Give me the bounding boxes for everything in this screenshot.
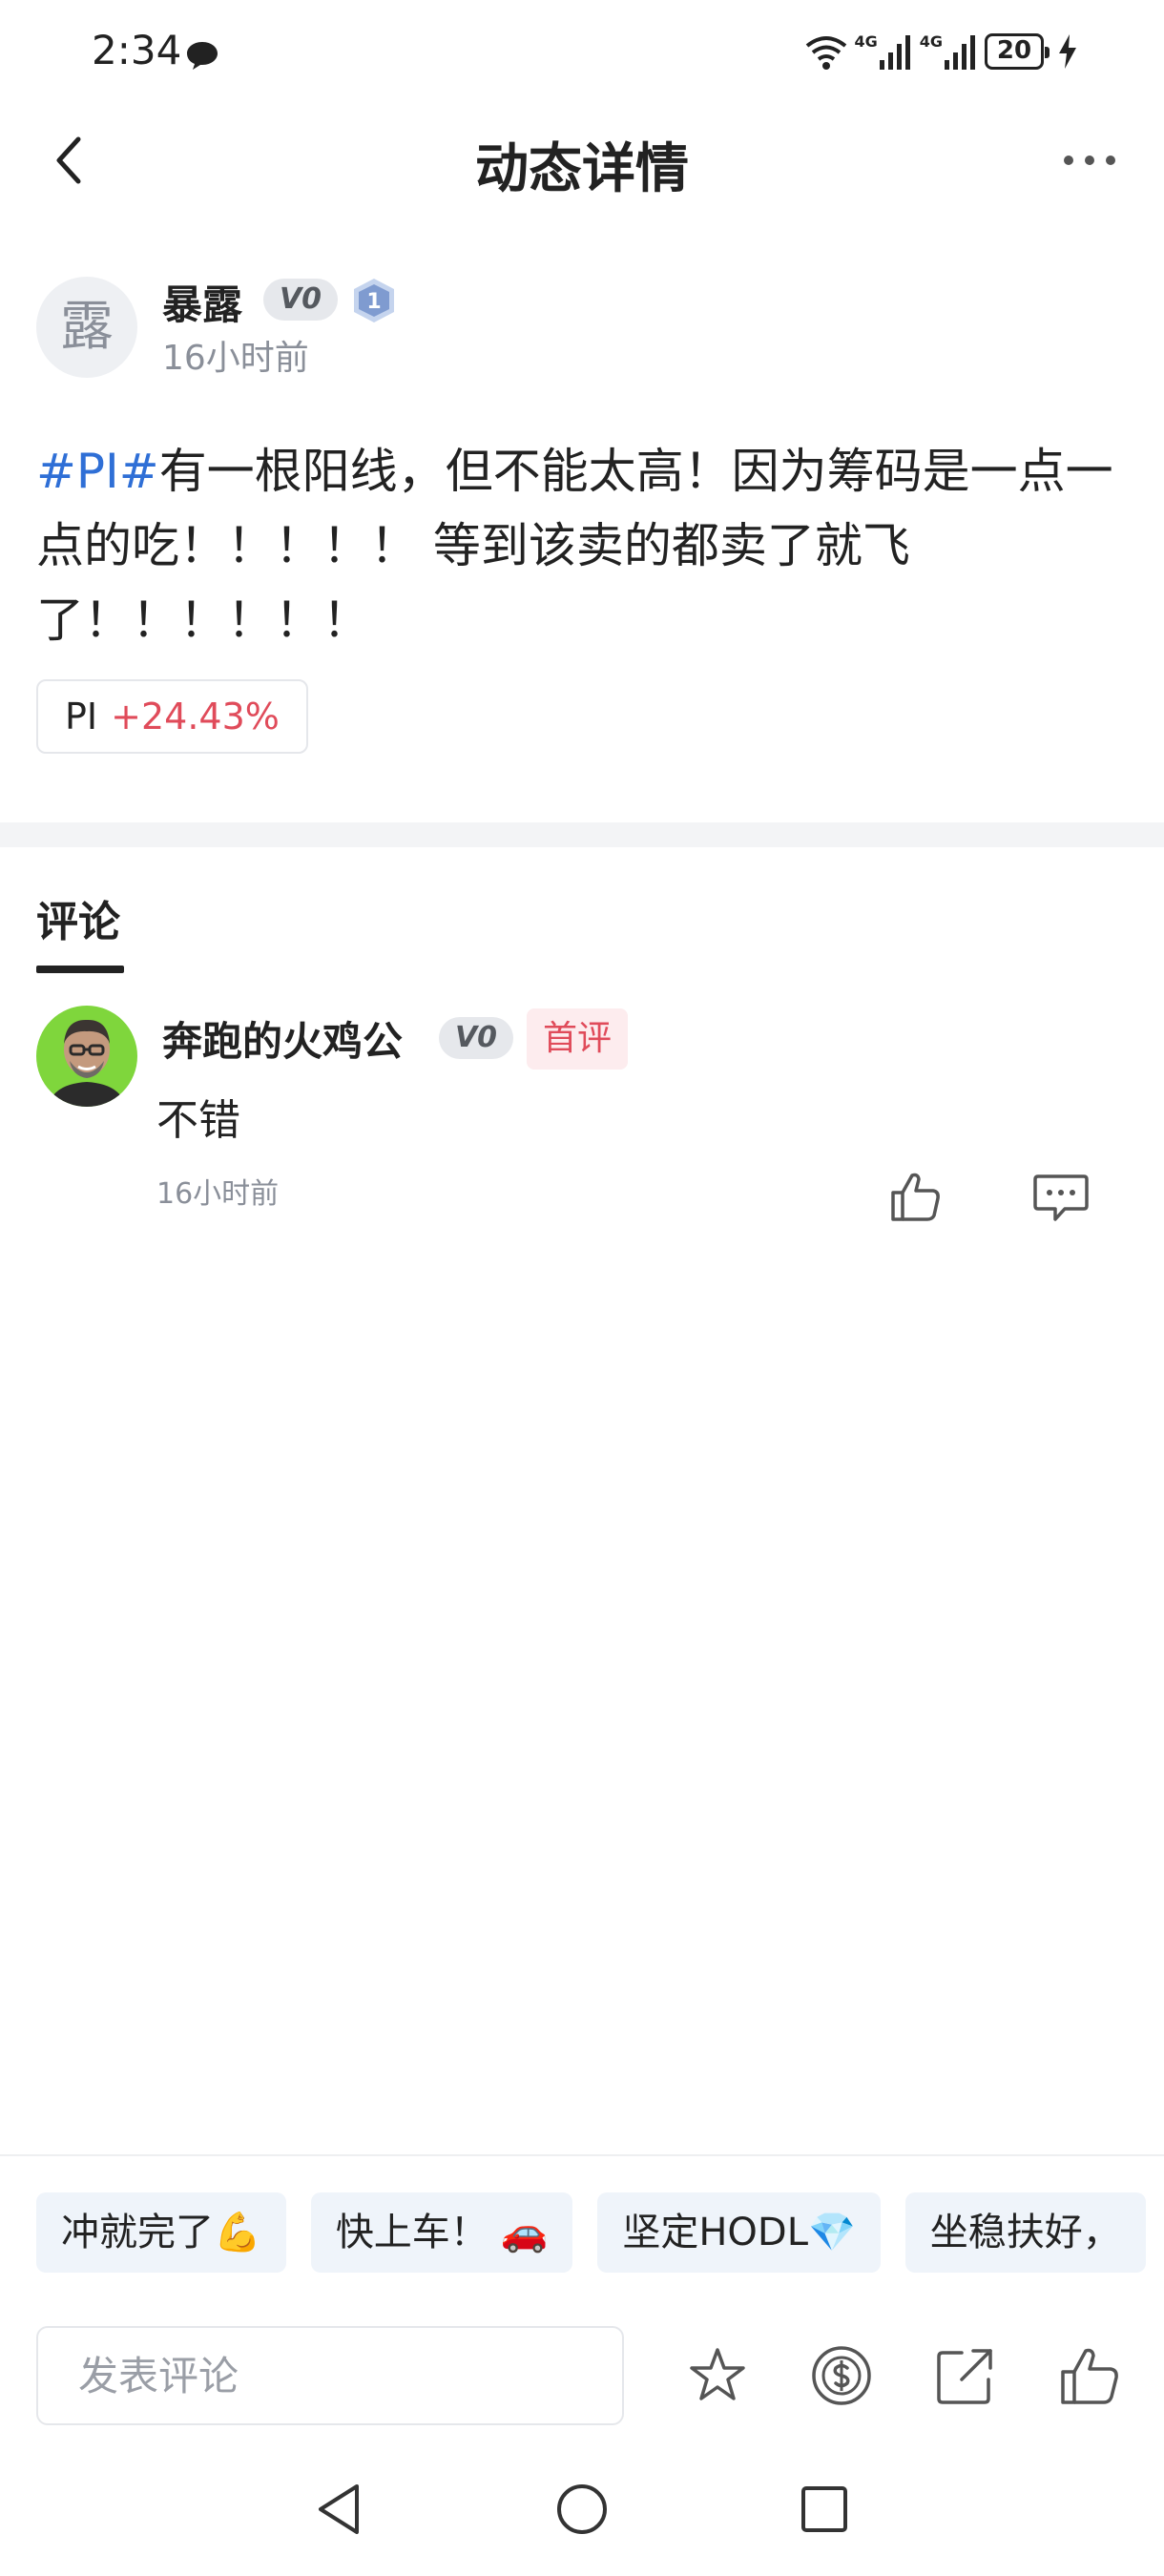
level-number: 1 [366, 290, 381, 314]
nav-home-icon[interactable] [553, 2481, 611, 2538]
author-name[interactable]: 暴露 [162, 273, 242, 331]
page-title: 动态详情 [475, 138, 689, 200]
star-icon[interactable] [685, 2343, 750, 2408]
chat-bubble-icon[interactable] [1032, 1174, 1090, 1223]
top-app-bar: 动态详情 [0, 105, 1164, 212]
level-badge-icon: 1 [354, 279, 394, 322]
thumbs-up-icon[interactable] [1057, 2343, 1122, 2408]
share-icon[interactable] [933, 2343, 998, 2408]
comment-input[interactable] [36, 2326, 624, 2425]
ticker-change: +24.43% [111, 696, 280, 737]
comment-text: 不错 [156, 1096, 240, 1145]
more-dots-icon[interactable] [1061, 153, 1118, 168]
quick-reply-chip[interactable]: 坐稳扶好， [904, 2192, 1146, 2273]
commenter-name[interactable]: 奔跑的火鸡公 [162, 1009, 403, 1068]
status-time: 2:34 [92, 27, 182, 73]
comment-timestamp: 16小时前 [156, 1177, 280, 1211]
charging-icon [1059, 34, 1076, 69]
tab-indicator [36, 966, 124, 973]
wifi-icon [806, 36, 847, 70]
commenter-avatar[interactable] [36, 1006, 137, 1107]
section-divider [0, 822, 1164, 847]
message-icon [187, 42, 218, 70]
post-detail-screen: 2:34 4G 4G 20 动态详情 露 暴露 V0 1 16小时前 #PI#有… [0, 0, 1164, 2576]
battery-level: 20 [996, 36, 1032, 65]
ticker-symbol: PI [65, 696, 98, 737]
nav-recents-icon[interactable] [796, 2481, 853, 2538]
post-text: 有一根阳线，但不能太高！因为筹码是一点一点的吃！！！！！ 等到该卖的都卖了就飞了… [36, 444, 1113, 648]
post-content: #PI#有一根阳线，但不能太高！因为筹码是一点一点的吃！！！！！ 等到该卖的都卖… [36, 434, 1124, 657]
coin-icon[interactable] [809, 2343, 874, 2408]
battery-indicator: 20 [985, 33, 1050, 70]
ticker-chip[interactable]: PI +24.43% [36, 679, 308, 754]
signal-icon [945, 35, 975, 70]
avatar-image [36, 1006, 137, 1107]
tab-comments[interactable]: 评论 [36, 887, 120, 948]
vip-badge: V0 [439, 1017, 513, 1059]
topic-tag-link[interactable]: #PI# [36, 444, 159, 499]
quick-reply-chip[interactable]: 坚定HODL💎 [597, 2192, 881, 2273]
first-comment-badge: 首评 [527, 1008, 628, 1070]
quick-reply-chip[interactable]: 快上车！ 🚗 [310, 2192, 573, 2273]
signal-icon [879, 35, 910, 70]
vip-badge: V0 [263, 279, 338, 321]
quick-reply-bar: 冲就完了💪 快上车！ 🚗 坚定HODL💎 坐稳扶好， [36, 2192, 1164, 2273]
network-type-2: 4G [919, 32, 943, 51]
quick-reply-divider [0, 2154, 1164, 2156]
quick-reply-chip[interactable]: 冲就完了💪 [36, 2192, 286, 2273]
status-bar: 2:34 4G 4G 20 [0, 0, 1164, 105]
author-avatar[interactable]: 露 [36, 277, 137, 378]
thumbs-up-icon[interactable] [889, 1170, 943, 1223]
status-indicators: 4G 4G 20 [804, 32, 1078, 71]
post-timestamp: 16小时前 [162, 339, 309, 378]
network-type-1: 4G [854, 32, 878, 51]
nav-back-icon[interactable] [311, 2481, 368, 2538]
